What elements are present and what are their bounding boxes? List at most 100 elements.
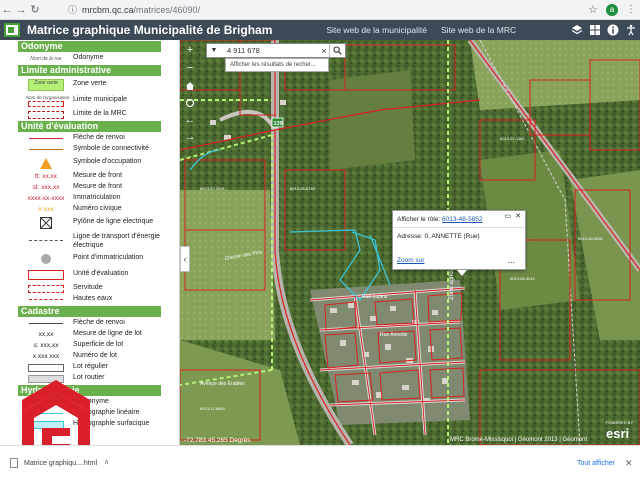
legend-item: Lot régulier [0,362,179,373]
zoom-to-link[interactable]: Zoom sur [397,257,424,264]
profile-avatar[interactable]: a [606,3,618,16]
link-mrc-website[interactable]: Site web de la MRC [441,25,516,35]
legend-item: Limite de la MRC [0,109,179,120]
legend-item: x xxx xxx Numéro de lot [0,351,179,362]
legend-label: Numéro civique [73,205,122,212]
role-link[interactable]: 6013-48-5852 [442,216,482,223]
close-downloads-icon[interactable]: ✕ [625,458,633,469]
mrc-logo-icon [4,23,20,37]
lot-label: 6013-66-3012 [510,276,536,281]
legend-label: Flèche de renvoi [73,134,125,141]
downloads-bar: Matrice graphiqu....html ∧ Tout afficher… [0,445,640,480]
coordinates-readout: -72,783 45,265 Degrés [184,437,251,444]
info-circle-icon[interactable] [604,21,622,39]
maximize-icon[interactable]: ▭ [504,212,511,220]
legend-item: Unité d'évaluation [0,267,179,283]
legend-label: Mesure de front [73,172,123,179]
legend-symbol: ft: xx,xx [34,173,58,180]
route-shield-label: 139 [274,121,283,127]
legend-label: Symbole d'occupation [73,158,142,165]
popup-title: Afficher le rôle: 6013-48-5852 [397,216,483,223]
legend-label: Flèche de renvoi [73,319,125,326]
servitude-swatch [26,284,66,293]
legend-section-evaluation: Unité d'évaluation [18,121,161,132]
legend-label: Mesure de ligne de lot [73,330,142,337]
legend-item: Flèche de renvoi [0,133,179,144]
lot-label: 6013-26-8744 [290,186,316,191]
lot-label: 6013-17-6650 [200,406,226,411]
lot-label: 6013-37-2091 [200,186,226,191]
close-icon[interactable]: ✕ [515,212,521,220]
download-filename: Matrice graphiqu....html [24,459,98,467]
esri-logo: POWERED BY esri [606,420,634,441]
forward-icon[interactable]: → [14,4,28,16]
legend-label: Point d'immatriculation [73,254,144,261]
legend-label: Ligne de transport d'énergie électrique [73,233,160,249]
legend-label: Limite de la MRC [73,110,127,117]
lot-label: 6013-48-5852 [578,236,604,241]
legend-item: Symbole d'occupation [0,155,179,171]
download-item[interactable]: Matrice graphiqu....html [6,454,116,472]
chevron-up-icon[interactable]: ∧ [104,458,109,466]
power-line-icon [26,232,66,248]
legend-label: Unité d'évaluation [73,270,129,277]
legend-item: ft: xx,xx Mesure de front [0,171,179,182]
connectivity-icon [26,145,66,154]
legend-label: Limite municipale [73,96,128,103]
locate-icon[interactable] [183,96,197,110]
search-source-dropdown-icon[interactable]: ▼ [207,47,221,54]
legend-label: Odonyme [73,54,104,61]
divider [393,227,525,228]
file-icon [10,458,18,468]
legend-item: Ligne de transport d'énergie électrique [0,231,179,251]
street-label: Avenue des Érables [200,380,245,387]
street-label: Rue Annette [380,332,408,338]
bookmark-star-icon[interactable]: ☆ [588,3,598,16]
basemap-gallery-icon[interactable] [586,21,604,39]
legend-symbol: xxxx-xx-xxxx [27,195,65,202]
legend-symbol: # xxx [38,206,54,213]
legend-item: Flèche de renvoi [0,318,179,329]
accessibility-icon[interactable] [622,21,640,39]
warning-triangle-icon [26,156,66,170]
arrow-icon [26,134,66,143]
browser-menu-icon[interactable]: ⋮ [626,4,636,15]
more-actions-icon[interactable]: ... [507,255,515,265]
lot-label: 6013-57-1182 [500,136,525,141]
home-icon[interactable] [183,79,197,93]
back-icon[interactable]: ← [0,4,14,16]
search-suggestion[interactable]: Afficher les résultats de recher... [225,58,329,72]
next-extent-icon[interactable]: → [183,130,197,144]
legend-symbol: s: xxx,xx [33,342,59,349]
show-all-downloads-button[interactable]: Tout afficher [568,454,624,472]
search-widget[interactable]: ▼ 4 911 678 × [206,43,346,58]
legend-section-cadastre: Cadastre [18,306,161,317]
legend-symbol: st: xxx,xx [32,184,60,191]
app-title: Matrice graphique Municipalité de Brigha… [27,23,273,37]
clear-search-icon[interactable]: × [319,46,329,56]
limite-mrc-swatch [26,110,66,119]
search-icon[interactable] [329,44,345,57]
legend-item: Zone verte Zone verte [0,77,179,93]
arrow-icon [26,319,66,328]
address-bar[interactable]: mrcbm.qc.ca/matrices/46090/ [82,5,588,15]
legend-section-odonyme: Odonyme [18,41,161,52]
legend-item: Nom de la rue Odonyme [0,53,179,64]
reload-icon[interactable]: ↻ [28,3,42,16]
legend-item: Symbole de connectivité [0,144,179,155]
legend-label: Zone verte [73,80,107,87]
legend-item: st: xxx,xx Mesure de front [0,182,179,193]
feature-popup[interactable]: Afficher le rôle: 6013-48-5852 ▭ ✕ Adres… [392,210,526,276]
link-municipality-website[interactable]: Site web de la municipalité [326,25,427,35]
search-input[interactable]: 4 911 678 [221,46,319,55]
url-host: mrcbm.qc.ca [82,4,134,15]
legend-item: Nom de l'organisation Limite municipale [0,93,179,109]
info-icon[interactable]: ⓘ [68,3,77,16]
zoom-out-button[interactable]: − [183,61,197,75]
collapse-legend-button[interactable]: ‹ [180,246,190,272]
layers-icon[interactable] [568,21,586,39]
legend-item: Pylône de ligne électrique [0,215,179,231]
previous-extent-icon[interactable]: ← [183,113,197,127]
zoom-in-button[interactable]: + [183,43,197,57]
legend-label: Immatriculation [73,194,121,201]
